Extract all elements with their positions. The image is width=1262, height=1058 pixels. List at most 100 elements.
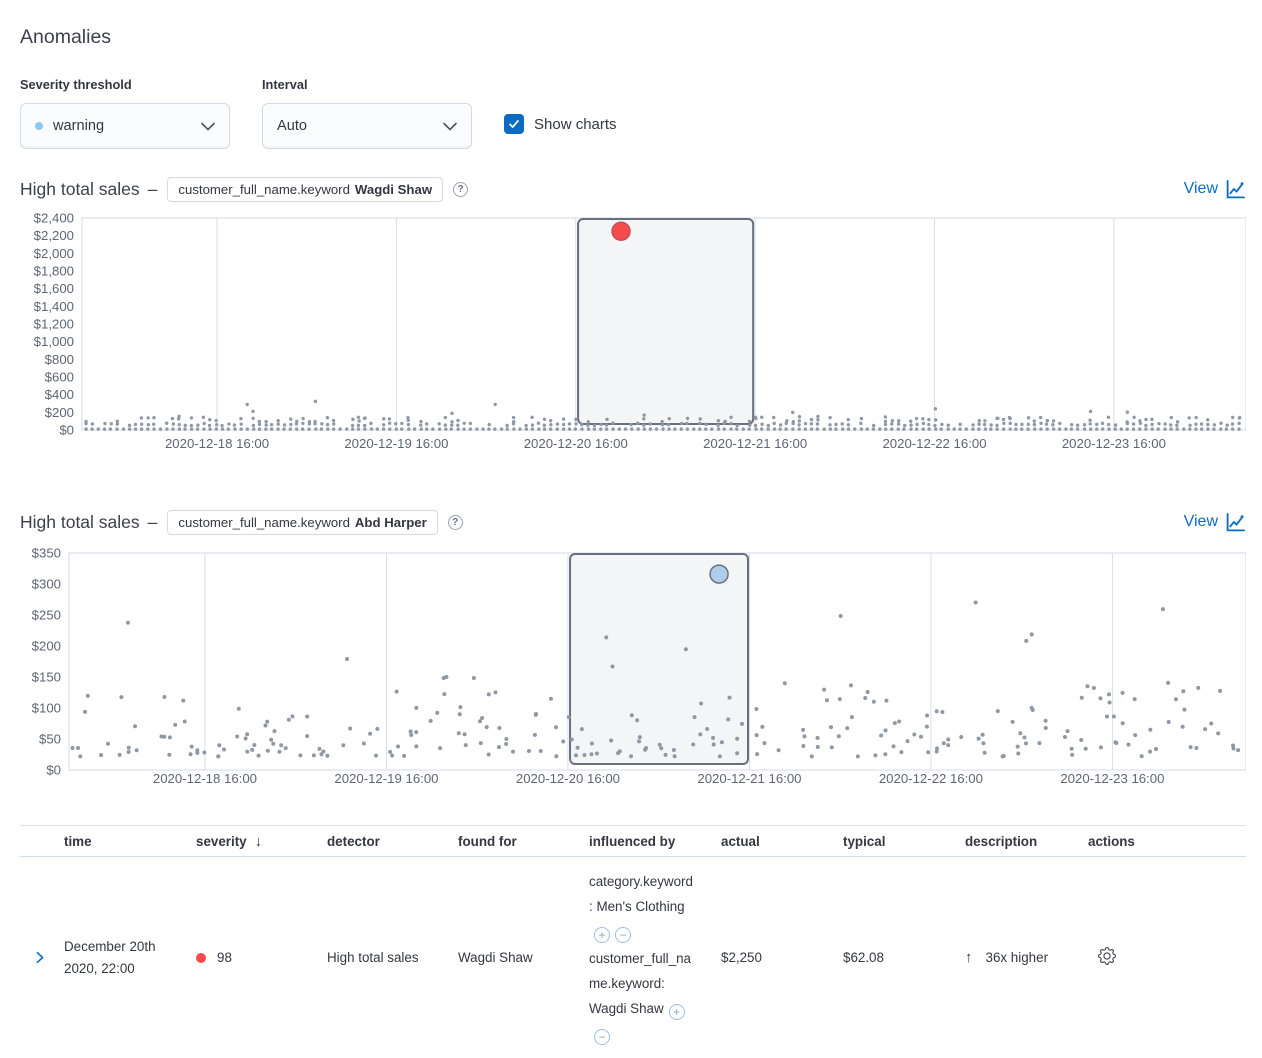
visualize-chart-icon[interactable] (1225, 512, 1246, 533)
page-title: Anomalies (20, 26, 111, 49)
detector-cell: High total sales (327, 950, 458, 965)
add-filter-icon[interactable]: + (594, 927, 610, 943)
svg-text:$200: $200 (32, 639, 61, 654)
severity-score: 98 (217, 950, 232, 965)
interval-label: Interval (262, 77, 308, 92)
severity-threshold-value: warning (53, 118, 104, 134)
col-header-found-for[interactable]: found for (458, 834, 589, 849)
critical-severity-dot-icon (196, 953, 206, 963)
col-header-detector[interactable]: detector (327, 834, 458, 849)
svg-text:2020-12-19 16:00: 2020-12-19 16:00 (344, 436, 448, 451)
entity-field: customer_full_name.keyword (178, 515, 350, 530)
col-header-severity[interactable]: severity ↓ (196, 833, 327, 850)
chevron-down-icon (201, 122, 215, 131)
chevron-down-icon (443, 122, 457, 131)
actual-cell: $2,250 (721, 950, 843, 965)
influenced-by-cell: category.keyword: Men's Clothing+−custom… (589, 857, 721, 1058)
svg-text:$150: $150 (32, 670, 61, 685)
svg-text:2020-12-20 16:00: 2020-12-20 16:00 (516, 771, 620, 786)
entity-value: Wagdi Shaw (355, 182, 432, 197)
svg-text:$300: $300 (32, 577, 61, 592)
influencer-text: category.keyword: Men's Clothing (589, 874, 693, 914)
checkmark-icon (507, 117, 521, 131)
visualize-chart-icon[interactable] (1225, 179, 1246, 200)
table-header-row: time severity ↓ detector found for influ… (20, 825, 1246, 857)
description-cell: ↑ 36x higher (965, 949, 1088, 966)
svg-text:$250: $250 (32, 608, 61, 623)
remove-filter-icon[interactable]: − (615, 927, 631, 943)
col-header-description[interactable]: description (965, 834, 1088, 849)
show-charts-label: Show charts (534, 116, 617, 133)
svg-text:$1,600: $1,600 (34, 281, 74, 296)
svg-text:$200: $200 (45, 405, 74, 420)
chart-header-wagdi-shaw: High total sales – customer_full_name.ke… (20, 176, 1246, 202)
anomalies-table: time severity ↓ detector found for influ… (20, 825, 1246, 1058)
svg-text:$100: $100 (32, 701, 61, 716)
time-cell: December 20th 2020, 22:00 (64, 936, 196, 980)
anomalies-page: Anomalies Severity threshold Interval wa… (0, 0, 1262, 1043)
svg-text:2020-12-18 16:00: 2020-12-18 16:00 (165, 436, 269, 451)
actions-cell (1088, 947, 1246, 968)
entity-badge[interactable]: customer_full_name.keyword Abd Harper (167, 510, 437, 535)
help-icon[interactable]: ? (448, 515, 463, 530)
svg-text:2020-12-18 16:00: 2020-12-18 16:00 (153, 771, 257, 786)
svg-text:$1,000: $1,000 (34, 334, 74, 349)
svg-text:2020-12-21 16:00: 2020-12-21 16:00 (703, 436, 807, 451)
row-expand-button[interactable] (20, 950, 64, 965)
svg-text:$2,200: $2,200 (34, 228, 74, 243)
interval-select[interactable]: Auto (262, 103, 472, 149)
chart-header-abd-harper: High total sales – customer_full_name.ke… (20, 509, 1246, 535)
col-header-influenced-by[interactable]: influenced by (589, 834, 721, 849)
svg-text:$50: $50 (39, 732, 61, 747)
svg-text:$800: $800 (45, 352, 74, 367)
gear-icon (1098, 947, 1116, 965)
svg-text:$0: $0 (59, 423, 74, 438)
arrow-up-icon: ↑ (965, 949, 973, 966)
svg-text:$2,400: $2,400 (34, 211, 74, 226)
svg-text:$400: $400 (45, 387, 74, 402)
svg-text:2020-12-23 16:00: 2020-12-23 16:00 (1060, 771, 1164, 786)
svg-text:2020-12-22 16:00: 2020-12-22 16:00 (879, 771, 983, 786)
svg-text:$350: $350 (32, 546, 61, 561)
show-charts-checkbox[interactable] (504, 114, 524, 134)
svg-text:2020-12-22 16:00: 2020-12-22 16:00 (882, 436, 986, 451)
severity-cell: 98 (196, 950, 327, 965)
col-header-actual[interactable]: actual (721, 834, 843, 849)
anomaly-chart-wagdi-shaw[interactable]: $0 $200 $400 $600 $800 $1,000 $1,200 $1,400 $1,6… (20, 210, 1246, 466)
anomaly-chart-abd-harper[interactable]: $0$50$100$150$200$250$300$3502020-12-18 … (20, 545, 1246, 795)
show-charts-control: Show charts (504, 114, 617, 134)
svg-text:2020-12-20 16:00: 2020-12-20 16:00 (524, 436, 628, 451)
entity-badge[interactable]: customer_full_name.keyword Wagdi Shaw (167, 177, 443, 202)
row-actions-button[interactable] (1088, 947, 1116, 965)
interval-value: Auto (277, 118, 307, 134)
svg-text:$1,800: $1,800 (34, 264, 74, 279)
svg-text:2020-12-23 16:00: 2020-12-23 16:00 (1062, 436, 1166, 451)
help-icon[interactable]: ? (453, 182, 468, 197)
svg-text:2020-12-21 16:00: 2020-12-21 16:00 (697, 771, 801, 786)
col-header-typical[interactable]: typical (843, 834, 965, 849)
chart-title-dash: – (148, 179, 158, 200)
svg-text:2020-12-19 16:00: 2020-12-19 16:00 (334, 771, 438, 786)
severity-threshold-label: Severity threshold (20, 77, 132, 92)
svg-text:$1,200: $1,200 (34, 317, 74, 332)
svg-text:$2,000: $2,000 (34, 246, 74, 261)
entity-field: customer_full_name.keyword (178, 182, 350, 197)
chevron-right-icon (33, 950, 47, 965)
col-header-actions: actions (1088, 834, 1246, 849)
col-header-time[interactable]: time (64, 834, 196, 849)
chart-title-dash: – (148, 512, 158, 533)
typical-cell: $62.08 (843, 950, 965, 965)
sort-desc-icon: ↓ (255, 833, 263, 850)
view-link[interactable]: View (1184, 180, 1218, 198)
add-filter-icon[interactable]: + (669, 1004, 685, 1020)
entity-value: Abd Harper (355, 515, 427, 530)
chart-title: High total sales (20, 512, 140, 533)
view-link[interactable]: View (1184, 513, 1218, 531)
svg-text:$1,400: $1,400 (34, 299, 74, 314)
found-for-cell: Wagdi Shaw (458, 950, 589, 965)
chart-title: High total sales (20, 179, 140, 200)
description-text: 36x higher (986, 950, 1049, 965)
svg-text:$600: $600 (45, 370, 74, 385)
severity-threshold-select[interactable]: warning (20, 103, 230, 149)
warning-severity-dot-icon (35, 122, 43, 130)
